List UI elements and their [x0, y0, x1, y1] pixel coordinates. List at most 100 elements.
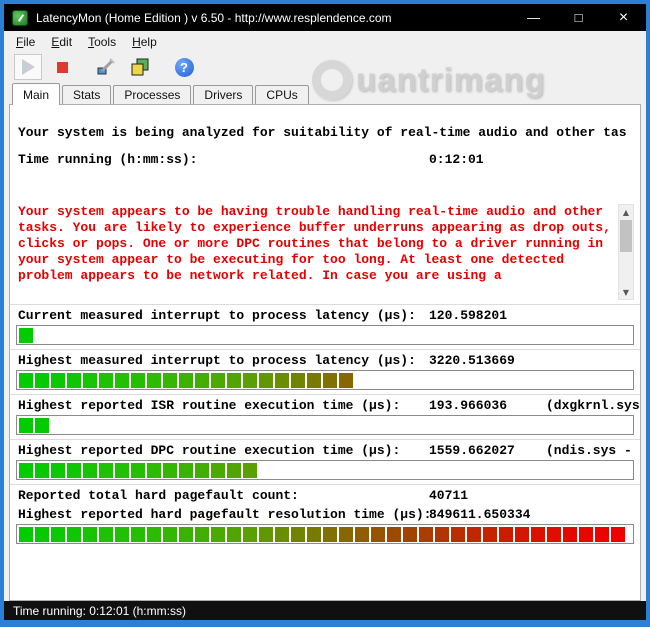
- bar-segment: [371, 527, 385, 542]
- metric-value: 40711: [429, 488, 468, 503]
- metrics-list: Current measured interrupt to process la…: [10, 304, 640, 544]
- bar-segment: [611, 527, 625, 542]
- tools-options-button[interactable]: [92, 54, 120, 80]
- warning-area: Your system appears to be having trouble…: [18, 204, 640, 300]
- maximize-icon: □: [575, 10, 583, 25]
- bar-segment: [163, 373, 177, 388]
- bar-segment: [147, 373, 161, 388]
- bar-segment: [291, 373, 305, 388]
- latency-bar: [16, 415, 634, 435]
- bar-segment: [291, 527, 305, 542]
- bar-segment: [51, 373, 65, 388]
- bar-segment: [451, 527, 465, 542]
- scroll-up-arrow[interactable]: ▲: [619, 205, 633, 219]
- bar-segment: [35, 418, 49, 433]
- stop-monitor-button[interactable]: [48, 54, 76, 80]
- status-text: Time running: 0:12:01 (h:mm:ss): [13, 604, 186, 618]
- bar-segment: [67, 463, 81, 478]
- bar-segment: [323, 527, 337, 542]
- bar-segment: [307, 373, 321, 388]
- metric-driver-note: (ndis.sys - Netwo: [546, 443, 640, 458]
- help-button[interactable]: ?: [170, 54, 198, 80]
- metric-value: 120.598201: [429, 308, 507, 323]
- close-icon: ×: [619, 9, 628, 27]
- bar-segment: [515, 527, 529, 542]
- bar-segment: [51, 527, 65, 542]
- bar-segment: [259, 527, 273, 542]
- start-monitor-button[interactable]: [14, 54, 42, 80]
- latency-bar: [16, 325, 634, 345]
- latency-bar: [16, 524, 634, 544]
- bar-segment: [99, 527, 113, 542]
- bar-segment: [211, 463, 225, 478]
- tab-stats[interactable]: Stats: [62, 85, 111, 104]
- metric-row: Reported total hard pagefault count:4071…: [10, 485, 640, 504]
- metric-value: 193.966036: [429, 398, 507, 413]
- bar-segment: [339, 527, 353, 542]
- tab-main[interactable]: Main: [12, 83, 60, 105]
- time-running-label: Time running (h:mm:ss):: [18, 152, 197, 167]
- bar-segment: [83, 373, 97, 388]
- bar-segment: [227, 527, 241, 542]
- bar-segment: [595, 527, 609, 542]
- bar-segment: [211, 527, 225, 542]
- bar-segment: [115, 463, 129, 478]
- close-button[interactable]: ×: [601, 4, 646, 31]
- metric-label: Highest reported hard pagefault resoluti…: [18, 507, 431, 522]
- minimize-icon: —: [527, 10, 540, 25]
- bar-segment: [531, 527, 545, 542]
- tab-strip: MainStatsProcessesDriversCPUs: [4, 82, 646, 104]
- bar-segment: [243, 527, 257, 542]
- menu-bar: FileEditToolsHelp: [4, 31, 646, 52]
- menu-item-file[interactable]: File: [8, 32, 43, 52]
- warning-text: Your system appears to be having trouble…: [18, 204, 618, 284]
- metric-label: Highest reported ISR routine execution t…: [18, 398, 400, 413]
- menu-item-edit[interactable]: Edit: [43, 32, 80, 52]
- tab-cpus[interactable]: CPUs: [255, 85, 308, 104]
- bar-segment: [227, 463, 241, 478]
- metric-label: Highest reported DPC routine execution t…: [18, 443, 400, 458]
- status-bar: Time running: 0:12:01 (h:mm:ss): [4, 601, 646, 620]
- bar-segment: [99, 373, 113, 388]
- processors-view-button[interactable]: [126, 54, 154, 80]
- bar-segment: [19, 328, 33, 343]
- bar-segment: [355, 527, 369, 542]
- toolbar: ?: [4, 52, 646, 82]
- scroll-down-arrow[interactable]: ▼: [619, 285, 633, 299]
- time-running-row: Time running (h:mm:ss): 0:12:01: [10, 152, 640, 168]
- warning-scrollbar[interactable]: ▲ ▼: [618, 204, 634, 300]
- bar-segment: [147, 527, 161, 542]
- time-running-value: 0:12:01: [429, 152, 484, 167]
- title-bar[interactable]: LatencyMon (Home Edition ) v 6.50 - http…: [4, 4, 646, 31]
- bar-segment: [99, 463, 113, 478]
- tab-drivers[interactable]: Drivers: [193, 85, 253, 104]
- bar-segment: [243, 463, 257, 478]
- bar-segment: [403, 527, 417, 542]
- bar-segment: [419, 527, 433, 542]
- bar-segment: [179, 373, 193, 388]
- bar-segment: [307, 527, 321, 542]
- bar-segment: [83, 463, 97, 478]
- stop-icon: [57, 62, 68, 73]
- scroll-thumb[interactable]: [620, 220, 632, 252]
- app-icon: [12, 10, 28, 26]
- bar-segment: [499, 527, 513, 542]
- help-icon: ?: [175, 58, 194, 77]
- bar-segment: [19, 418, 33, 433]
- latency-bar: [16, 370, 634, 390]
- bar-segment: [35, 373, 49, 388]
- tab-processes[interactable]: Processes: [113, 85, 191, 104]
- minimize-button[interactable]: —: [511, 4, 556, 31]
- bar-segment: [339, 373, 353, 388]
- metric-driver-note: (dxgkrnl.sys - Dire: [546, 398, 640, 413]
- maximize-button[interactable]: □: [556, 4, 601, 31]
- menu-item-tools[interactable]: Tools: [80, 32, 124, 52]
- menu-item-help[interactable]: Help: [124, 32, 165, 52]
- bar-segment: [195, 373, 209, 388]
- bar-segment: [195, 463, 209, 478]
- bar-segment: [563, 527, 577, 542]
- metric-row: Highest reported ISR routine execution t…: [10, 395, 640, 414]
- bar-segment: [131, 373, 145, 388]
- metric-value: 1559.662027: [429, 443, 515, 458]
- bar-segment: [67, 373, 81, 388]
